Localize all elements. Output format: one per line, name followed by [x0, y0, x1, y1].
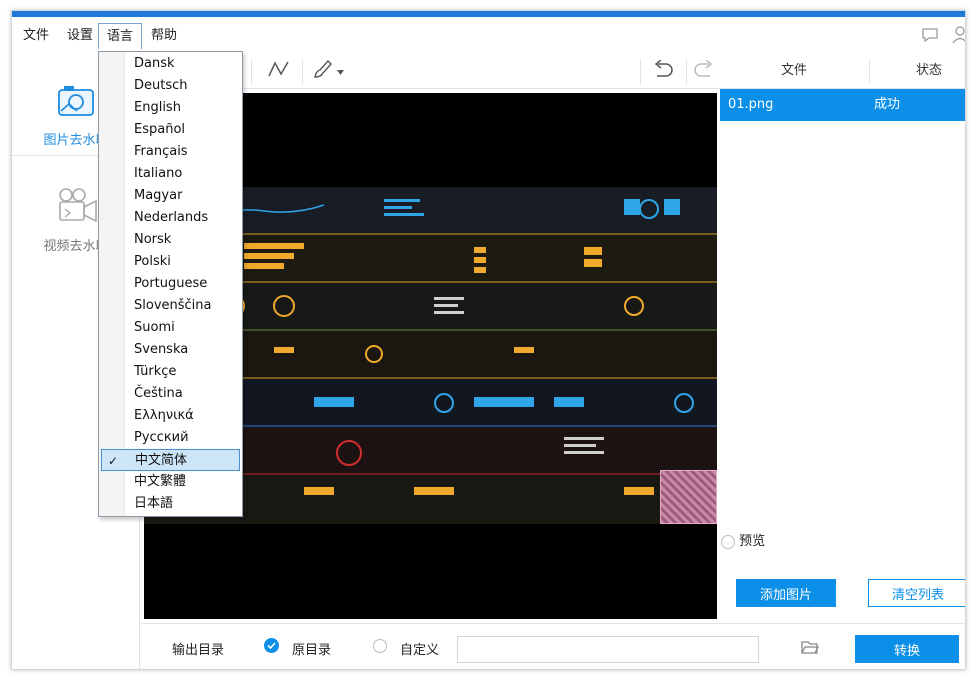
brush-icon [312, 58, 334, 84]
language-option-label: Français [134, 144, 188, 159]
language-option[interactable]: Magyar [99, 185, 242, 207]
file-status: 成功 [874, 97, 901, 112]
toolbar-divider [686, 59, 687, 85]
language-menu: Dansk Deutsch English Español Français Italia… [98, 51, 243, 517]
language-option[interactable]: ✓ 中文简体 [101, 449, 240, 471]
language-option[interactable]: Русский [99, 427, 242, 449]
file-panel: 文件 状态 01.png 成功 预览 添加图片 清空列表 [719, 53, 965, 623]
watermark-selection[interactable] [660, 470, 717, 524]
undo-icon [652, 59, 674, 82]
language-option[interactable]: Suomi [99, 317, 242, 339]
language-option[interactable]: Deutsch [99, 75, 242, 97]
language-option[interactable]: Italiano [99, 163, 242, 185]
language-option[interactable]: Türkçe [99, 361, 242, 383]
language-option[interactable]: Norsk [99, 229, 242, 251]
custom-dir-option[interactable] [373, 638, 387, 653]
language-option-label: Polski [134, 254, 171, 269]
language-option-label: 日本語 [134, 496, 174, 511]
convert-button[interactable]: 转换 [855, 635, 959, 663]
language-option[interactable]: Svenska [99, 339, 242, 361]
output-path-input[interactable] [457, 636, 759, 663]
menu-settings[interactable]: 设置 [59, 23, 101, 49]
language-option-label: Suomi [134, 320, 175, 335]
language-option[interactable]: Español [99, 119, 242, 141]
column-status: 状态 [915, 63, 942, 78]
folder-icon[interactable] [801, 639, 820, 659]
menu-help[interactable]: 帮助 [143, 23, 185, 49]
brush-tool-button[interactable] [305, 53, 351, 89]
clear-list-button[interactable]: 清空列表 [868, 579, 965, 607]
language-option[interactable]: Dansk [99, 53, 242, 75]
toolbar-divider [640, 59, 641, 85]
language-option-label: Norsk [134, 232, 172, 247]
language-option-label: Español [134, 122, 186, 137]
language-option-label: Magyar [134, 188, 183, 203]
file-row[interactable]: 01.png 成功 [720, 89, 965, 121]
menu-file[interactable]: 文件 [15, 23, 57, 49]
language-option-label: English [134, 100, 181, 115]
language-option[interactable]: Čeština [99, 383, 242, 405]
toolbar-divider [302, 59, 303, 85]
language-option[interactable]: 中文繁體 [99, 471, 242, 493]
original-dir-option[interactable] [264, 638, 279, 653]
undo-button[interactable] [643, 53, 683, 89]
redo-button[interactable] [689, 53, 719, 89]
app-root: 文件 设置 语言 帮助 图片去水印 视频去水印 文件 状态 01.png 成功 … [0, 0, 977, 681]
checkmark-icon: ✓ [108, 454, 119, 468]
language-option-label: 中文简体 [135, 453, 188, 468]
language-option[interactable]: Nederlands [99, 207, 242, 229]
photo-icon [57, 86, 95, 123]
language-option-label: Deutsch [134, 78, 188, 93]
language-option[interactable]: 日本語 [99, 493, 242, 515]
check-icon [264, 638, 279, 653]
preview-toggle[interactable]: 预览 [721, 533, 765, 551]
language-option-label: Nederlands [134, 210, 209, 225]
file-name: 01.png [728, 97, 774, 112]
language-option-label: Dansk [134, 56, 175, 71]
column-file: 文件 [780, 63, 807, 78]
language-option[interactable]: Français [99, 141, 242, 163]
language-option-label: Ελληνικά [134, 408, 194, 423]
custom-radio[interactable] [373, 638, 387, 653]
chevron-down-icon [337, 64, 344, 79]
language-option[interactable]: Ελληνικά [99, 405, 242, 427]
language-option-label: Русский [134, 430, 189, 445]
chat-icon[interactable] [920, 25, 940, 45]
language-option-label: 中文繁體 [134, 474, 187, 489]
main-window: 文件 设置 语言 帮助 图片去水印 视频去水印 文件 状态 01.png 成功 … [11, 10, 966, 670]
polyline-tool-button[interactable] [259, 53, 299, 89]
polyline-icon [267, 59, 291, 83]
redo-icon [693, 59, 715, 82]
language-option-label: Italiano [134, 166, 183, 181]
add-image-button[interactable]: 添加图片 [736, 579, 836, 607]
custom-dir-label: 自定义 [400, 643, 440, 658]
language-option-label: Svenska [134, 342, 189, 357]
user-icon[interactable] [952, 25, 965, 45]
language-option[interactable]: Portuguese [99, 273, 242, 295]
toolbar-divider [251, 59, 252, 85]
language-option[interactable]: Slovenščina [99, 295, 242, 317]
file-list-header: 文件 状态 [719, 53, 965, 89]
menu-language[interactable]: 语言 [98, 23, 143, 49]
preview-radio[interactable] [721, 534, 735, 549]
language-option-label: Slovenščina [134, 298, 212, 313]
language-option-label: Portuguese [134, 276, 208, 291]
video-camera-icon [52, 188, 100, 229]
output-dir-label: 输出目录 [172, 643, 225, 658]
language-option-label: Čeština [134, 386, 183, 401]
menu-bar: 文件 设置 语言 帮助 [12, 17, 965, 51]
output-bar: 输出目录 原目录 自定义 转换 [141, 623, 965, 669]
preview-label: 预览 [739, 534, 766, 549]
language-option[interactable]: Polski [99, 251, 242, 273]
language-option[interactable]: English [99, 97, 242, 119]
language-option-label: Türkçe [134, 364, 177, 379]
original-dir-label: 原目录 [292, 643, 332, 658]
